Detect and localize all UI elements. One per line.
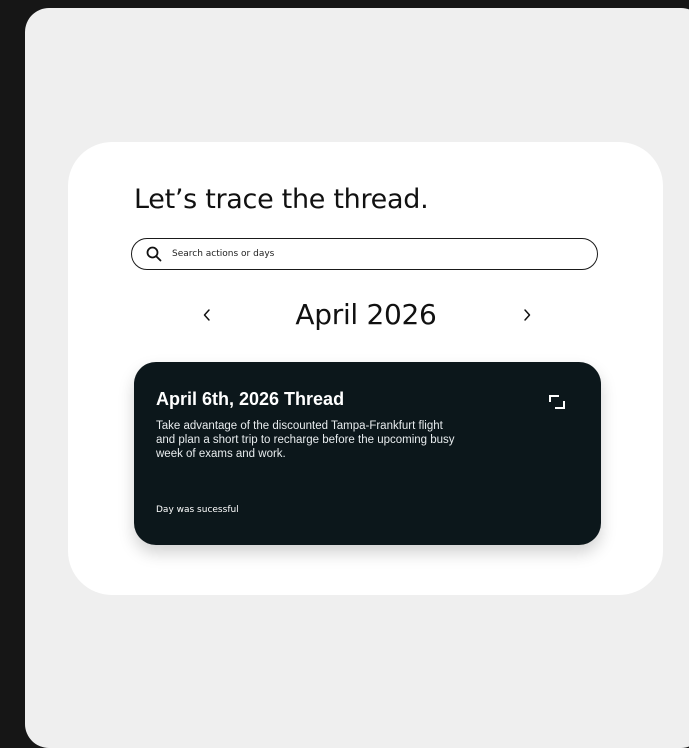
expand-icon bbox=[548, 394, 566, 414]
thread-card[interactable]: April 6th, 2026 Thread Take advantage of… bbox=[134, 362, 601, 545]
search-bar[interactable] bbox=[131, 238, 598, 270]
thread-status: Day was sucessful bbox=[156, 505, 239, 515]
chevron-right-icon bbox=[522, 307, 532, 326]
search-input[interactable] bbox=[172, 239, 572, 269]
search-icon bbox=[146, 246, 162, 262]
previous-month-button[interactable] bbox=[195, 304, 219, 328]
chevron-left-icon bbox=[202, 307, 212, 326]
thread-description: Take advantage of the discounted Tampa-F… bbox=[156, 420, 455, 460]
expand-button[interactable] bbox=[546, 393, 568, 415]
next-month-button[interactable] bbox=[515, 304, 539, 328]
page-title: Let’s trace the thread. bbox=[134, 184, 429, 215]
thread-title: April 6th, 2026 Thread bbox=[156, 389, 345, 409]
month-label: April 2026 bbox=[295, 298, 437, 331]
